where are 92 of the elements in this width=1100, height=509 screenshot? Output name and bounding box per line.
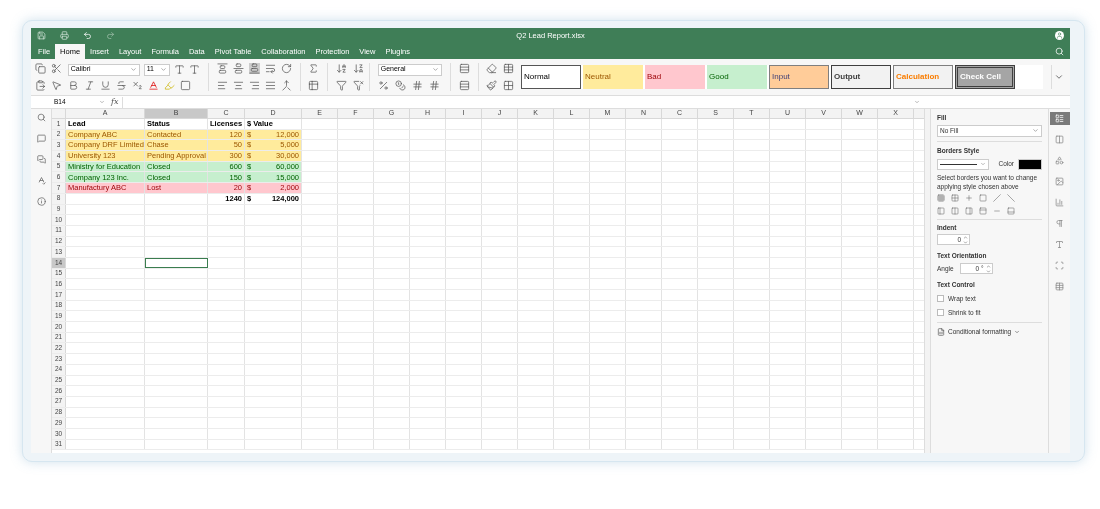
diagonal-down-icon[interactable] [1007, 193, 1015, 202]
caret-icon [99, 99, 105, 105]
caret-icon [129, 66, 137, 73]
cut-icon[interactable] [51, 63, 63, 74]
decrease-font-icon[interactable] [188, 64, 200, 75]
chat-icon[interactable] [36, 155, 46, 164]
sort-descending-icon[interactable] [352, 63, 364, 74]
delete-cells-icon[interactable] [458, 80, 470, 91]
sum-icon[interactable] [308, 63, 320, 74]
cell-style-swatch[interactable]: Bad [645, 65, 706, 89]
align-middle-icon[interactable] [232, 63, 244, 74]
caret-icon [1054, 72, 1064, 82]
diagonal-up-icon[interactable] [993, 193, 1001, 202]
paste-icon[interactable] [35, 80, 46, 91]
user-avatar[interactable] [1055, 31, 1064, 40]
conditional-format-icon[interactable] [502, 63, 514, 74]
shape-settings-icon [1055, 156, 1064, 165]
bottom-border-icon[interactable] [1007, 206, 1015, 215]
clear-icon[interactable] [486, 63, 498, 74]
print-icon[interactable] [60, 31, 69, 40]
select-all-icon[interactable] [51, 80, 63, 91]
subscript-icon[interactable] [131, 79, 143, 91]
justify-icon[interactable] [264, 80, 276, 91]
chart-settings-icon [1055, 198, 1064, 207]
bold-icon[interactable] [67, 79, 79, 91]
strikethrough-icon[interactable] [115, 79, 127, 91]
caret-icon [1032, 127, 1039, 135]
percent-icon[interactable] [377, 79, 389, 91]
cell-style-swatch[interactable]: Normal [521, 65, 582, 89]
borders-icon[interactable] [179, 79, 191, 91]
clear-filter-icon[interactable] [352, 80, 364, 91]
vertical-inner-icon[interactable] [951, 206, 959, 215]
fill-color-icon[interactable] [163, 79, 175, 91]
paragraph-settings-icon [1055, 219, 1064, 228]
checkbox[interactable] [937, 308, 944, 316]
align-left-icon[interactable] [216, 80, 228, 91]
spreadsheet-icon [937, 328, 945, 337]
wrap-text-icon[interactable] [264, 63, 276, 74]
align-right-icon[interactable] [248, 80, 260, 91]
right-border-icon[interactable] [965, 206, 973, 215]
spellcheck-icon[interactable] [36, 176, 46, 185]
search-icon[interactable] [36, 113, 46, 122]
image-settings-icon [1055, 177, 1064, 186]
cell-style-swatch[interactable]: Neutral [583, 65, 644, 89]
redo-icon[interactable] [106, 31, 115, 40]
comment-icon[interactable] [36, 134, 46, 143]
top-border-icon[interactable] [979, 206, 987, 215]
inner-borders-icon[interactable] [951, 193, 959, 202]
undo-icon[interactable] [83, 31, 92, 40]
orientation-icon[interactable] [280, 63, 292, 74]
checkbox[interactable] [937, 295, 944, 303]
currency-icon[interactable] [394, 79, 406, 91]
copy-icon[interactable] [35, 63, 46, 74]
inner-cross-icon[interactable] [965, 193, 973, 202]
sort-ascending-icon[interactable] [336, 63, 348, 74]
cell-style-swatch[interactable]: Output [831, 65, 892, 89]
function-label[interactable]: fx [111, 96, 119, 108]
text-art-icon [1055, 240, 1064, 249]
filter-icon[interactable] [336, 80, 348, 91]
cell-style-swatch[interactable]: Good [707, 65, 768, 89]
info-icon[interactable] [36, 197, 46, 206]
selected-cell[interactable] [145, 257, 208, 268]
table-settings-icon [1055, 135, 1064, 144]
cell-settings-icon [1055, 114, 1064, 123]
merge-icon[interactable] [280, 80, 292, 91]
underline-icon[interactable] [99, 79, 111, 91]
cell-settings-tab[interactable] [1049, 112, 1070, 125]
left-border-icon[interactable] [937, 206, 945, 215]
caret-icon [159, 66, 167, 73]
pivot-settings-icon [1055, 261, 1064, 270]
color-picker[interactable] [1018, 158, 1042, 170]
user-icon [1056, 32, 1063, 39]
align-bottom-icon[interactable] [248, 63, 260, 74]
align-center-icon[interactable] [232, 80, 244, 91]
outer-border-icon[interactable] [979, 193, 987, 202]
caret-icon [1014, 329, 1021, 336]
cell-style-swatch[interactable]: Input [769, 65, 830, 89]
named-range-icon[interactable] [308, 80, 320, 91]
caret-icon [431, 66, 439, 73]
increase-font-icon[interactable] [173, 64, 185, 75]
search-icon[interactable] [1055, 47, 1064, 56]
save-icon[interactable] [37, 31, 46, 40]
align-top-icon[interactable] [216, 63, 228, 74]
caret-icon [914, 99, 920, 105]
insert-cells-icon[interactable] [458, 63, 470, 74]
font-color-icon[interactable] [147, 79, 159, 91]
caret-icon [980, 161, 986, 167]
copy-style-icon[interactable] [486, 80, 498, 91]
slicer-settings-icon [1055, 282, 1064, 291]
table-format-icon[interactable] [502, 80, 514, 91]
italic-icon[interactable] [83, 79, 95, 91]
line-style-select[interactable] [937, 158, 989, 170]
